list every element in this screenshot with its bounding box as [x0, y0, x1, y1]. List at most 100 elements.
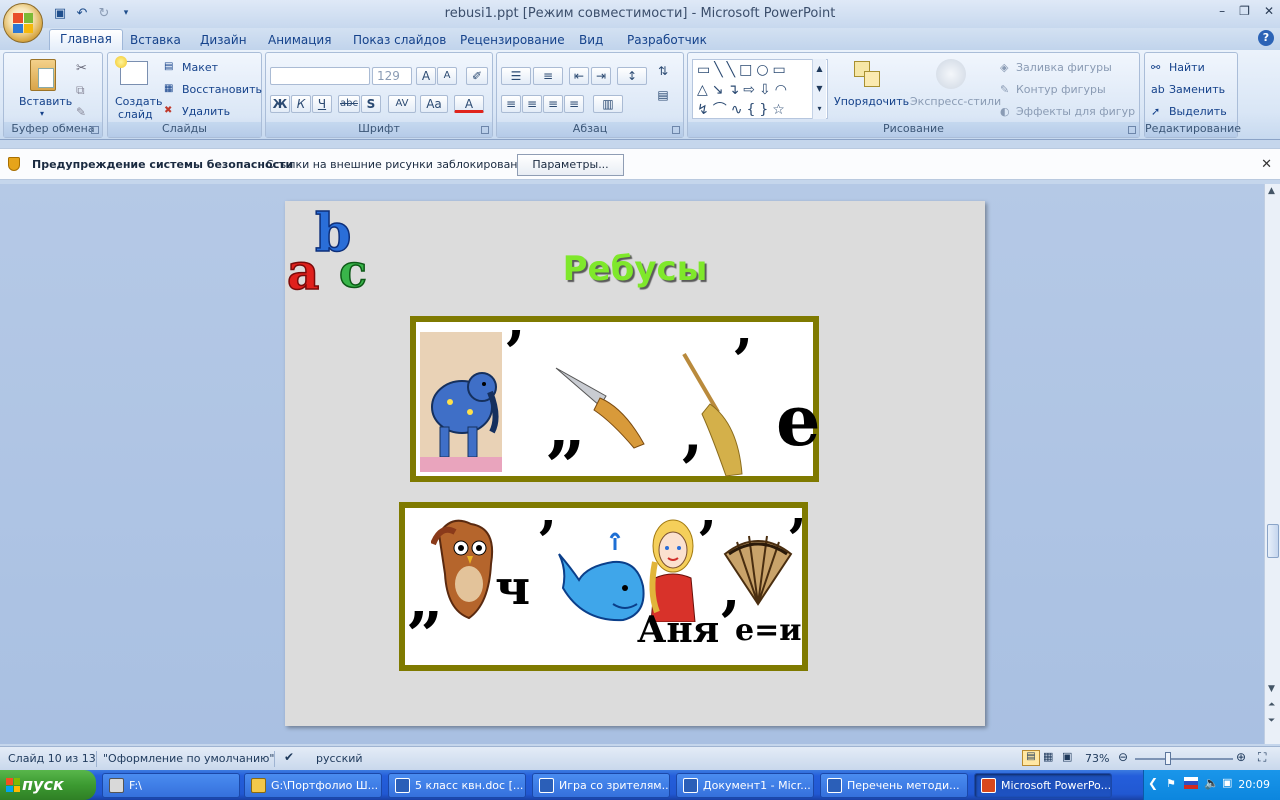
tab-developer[interactable]: Разработчик — [617, 31, 717, 49]
arrange-button[interactable]: Упорядочить — [834, 95, 909, 108]
task-word-3[interactable]: Документ1 - Micr... — [676, 773, 814, 798]
columns-icon[interactable]: ▥ — [593, 95, 623, 113]
tray-app-icon[interactable]: ▣ — [1222, 776, 1232, 789]
tab-animation[interactable]: Анимация — [258, 31, 341, 49]
options-button[interactable]: Параметры... — [517, 154, 624, 176]
align-text-icon[interactable]: ▤ — [651, 87, 675, 105]
start-button[interactable]: пуск — [0, 770, 96, 800]
slide-title[interactable]: Ребусы — [285, 249, 985, 289]
char-spacing-button[interactable]: AV — [388, 95, 416, 113]
format-painter-icon[interactable]: ✎ — [76, 105, 86, 119]
line-spacing-icon[interactable]: ↕ — [617, 67, 647, 85]
fit-slide-icon[interactable]: ⛶ — [1258, 750, 1266, 765]
shape-effects-button[interactable]: Эффекты для фигур — [1016, 105, 1135, 118]
next-slide-icon[interactable]: ⏷ — [1268, 716, 1275, 726]
dialog-launcher-icon[interactable] — [481, 126, 489, 134]
tab-home[interactable]: Главная — [49, 29, 123, 50]
align-center-icon[interactable]: ≡ — [522, 95, 542, 113]
select-button[interactable]: Выделить — [1169, 105, 1227, 118]
tab-slideshow[interactable]: Показ слайдов — [343, 31, 456, 49]
scroll-up-icon[interactable]: ▲ — [1268, 186, 1275, 196]
shrink-font-icon[interactable]: A — [437, 67, 457, 85]
vertical-scrollbar[interactable]: ▲ ▼ ⏶ ⏷ — [1264, 184, 1280, 744]
numbering-icon[interactable]: ≡ — [533, 67, 563, 85]
new-slide-button[interactable]: Создать — [115, 95, 163, 108]
network-icon[interactable]: ⚑ — [1166, 777, 1176, 790]
rebus-1[interactable]: ’ „ , ’ е — [410, 316, 821, 482]
zoom-out-icon[interactable]: ⊖ — [1118, 750, 1128, 764]
task-explorer-f[interactable]: F:\ — [102, 773, 240, 798]
spellcheck-icon[interactable]: ✔ — [284, 750, 294, 764]
font-name-combo[interactable] — [270, 67, 370, 85]
task-powerpoint[interactable]: Microsoft PowerPo... — [974, 773, 1112, 798]
paste-icon[interactable] — [30, 59, 56, 91]
tray-expand-icon[interactable]: ❮ — [1148, 776, 1158, 790]
close-icon[interactable]: ✕ — [1264, 4, 1274, 18]
text-direction-icon[interactable]: ⇅ — [651, 63, 675, 81]
quick-styles-icon[interactable] — [936, 59, 966, 89]
bullets-icon[interactable]: ☰ — [501, 67, 531, 85]
dialog-launcher-icon[interactable] — [91, 126, 99, 134]
reset-button[interactable]: Восстановить — [182, 83, 262, 96]
dialog-launcher-icon[interactable] — [672, 126, 680, 134]
task-word-2[interactable]: Игра со зрителям... — [532, 773, 670, 798]
justify-icon[interactable]: ≡ — [564, 95, 584, 113]
slideshow-view-icon[interactable]: ▣ — [1062, 750, 1072, 763]
theme-name[interactable]: "Оформление по умолчанию" — [103, 752, 274, 765]
align-left-icon[interactable]: ≡ — [501, 95, 521, 113]
italic-button[interactable]: К — [291, 95, 311, 113]
arrange-icon[interactable] — [854, 61, 882, 89]
shape-fill-button[interactable]: Заливка фигуры — [1016, 61, 1112, 74]
strikethrough-button[interactable]: abc — [338, 95, 360, 113]
language-flag-icon[interactable] — [1184, 777, 1198, 789]
volume-icon[interactable]: 🔈 — [1204, 776, 1219, 790]
scroll-down-icon[interactable]: ▼ — [1268, 684, 1275, 694]
decrease-indent-icon[interactable]: ⇤ — [569, 67, 589, 85]
bold-button[interactable]: Ж — [270, 95, 290, 113]
shadow-button[interactable]: S — [361, 95, 381, 113]
layout-button[interactable]: Макет — [182, 61, 218, 74]
font-color-button[interactable]: A — [454, 95, 484, 113]
task-explorer-g[interactable]: G:\Портфолио Ш... — [244, 773, 382, 798]
slide-canvas[interactable]: a b c Ребусы ’ „ , ’ е „ ч ’ Аня ’ , ’ е… — [285, 201, 985, 726]
tab-design[interactable]: Дизайн — [190, 31, 257, 49]
maximize-icon[interactable]: ❐ — [1239, 4, 1250, 18]
dialog-launcher-icon[interactable] — [1128, 126, 1136, 134]
increase-indent-icon[interactable]: ⇥ — [591, 67, 611, 85]
zoom-slider[interactable] — [1135, 752, 1233, 765]
quick-styles-button[interactable]: Экспресс-стили — [910, 95, 1001, 108]
scroll-thumb[interactable] — [1267, 524, 1279, 558]
new-slide-icon[interactable] — [115, 56, 148, 85]
language[interactable]: русский — [316, 752, 363, 765]
minimize-icon[interactable]: – — [1219, 4, 1225, 18]
prev-slide-icon[interactable]: ⏶ — [1268, 700, 1275, 710]
tab-view[interactable]: Вид — [569, 31, 613, 49]
sorter-view-icon[interactable]: ▦ — [1043, 750, 1053, 763]
clear-format-icon[interactable]: ✐ — [466, 67, 488, 85]
shapes-gallery[interactable]: ▭╲╲□○▭ △↘↴⇨⇩◠ ↯⌒∿{}☆ — [692, 59, 828, 119]
font-size-combo[interactable]: 129 — [372, 67, 412, 85]
underline-button[interactable]: Ч — [312, 95, 332, 113]
find-button[interactable]: Найти — [1169, 61, 1205, 74]
tab-review[interactable]: Рецензирование — [450, 31, 575, 49]
rebus-2[interactable]: „ ч ’ Аня ’ , ’ е=и — [399, 502, 808, 671]
office-button[interactable] — [3, 3, 43, 43]
paste-button[interactable]: Вставить — [19, 95, 72, 108]
shape-outline-button[interactable]: Контур фигуры — [1016, 83, 1106, 96]
normal-view-icon[interactable]: ▤ — [1022, 750, 1040, 766]
new-slide-label-2[interactable]: слайд — [118, 108, 153, 121]
help-icon[interactable]: ? — [1258, 30, 1274, 46]
zoom-level[interactable]: 73% — [1085, 752, 1109, 765]
task-word-1[interactable]: 5 класс квн.doc [... — [388, 773, 526, 798]
grow-font-icon[interactable]: A — [416, 67, 436, 85]
delete-button[interactable]: Удалить — [182, 105, 230, 118]
cut-icon[interactable]: ✂ — [76, 61, 87, 76]
tab-insert[interactable]: Вставка — [120, 31, 191, 49]
align-right-icon[interactable]: ≡ — [543, 95, 563, 113]
zoom-in-icon[interactable]: ⊕ — [1236, 750, 1246, 764]
close-icon[interactable]: ✕ — [1261, 157, 1272, 172]
task-word-4[interactable]: Перечень методи... — [820, 773, 968, 798]
copy-icon[interactable]: ⧉ — [76, 83, 85, 98]
paste-dropdown-icon[interactable]: ▾ — [40, 109, 44, 118]
zoom-slider-thumb[interactable] — [1165, 752, 1171, 765]
